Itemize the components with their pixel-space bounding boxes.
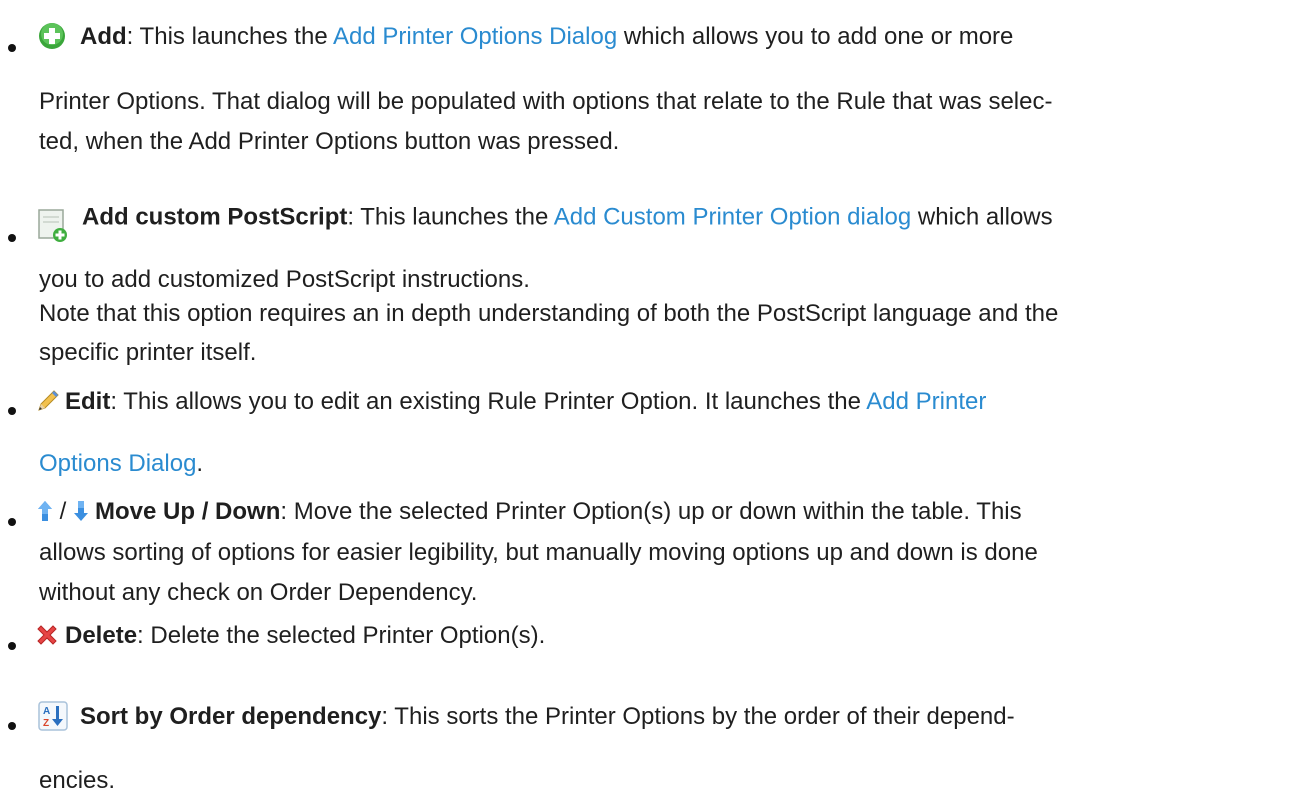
bullet [8,407,16,415]
bullet [8,722,16,730]
item-line-2: you to add customized PostScript instruc… [39,266,530,293]
item-line-1: Add: This launches the Add Printer Optio… [38,22,1013,52]
item-title: Move Up / Down [95,498,281,525]
item-line-2: encies. [39,767,116,794]
svg-text:A: A [43,706,50,717]
item-line-2: allows sorting of options for easier leg… [39,539,1038,566]
item-line-3: Note that this option requires an in dep… [39,300,1059,327]
pencil-edit-icon [35,388,61,414]
bullet [8,44,16,52]
bullet [8,518,16,526]
item-line-1: Edit: This allows you to edit an existin… [35,387,986,417]
add-green-circle-icon [38,22,66,50]
item-title: Edit [65,388,111,415]
item-line-1: Add custom PostScript: This launches the… [38,201,1053,242]
svg-text:Z: Z [43,718,49,729]
red-x-delete-icon [35,623,59,647]
add-printer-options-dialog-link[interactable]: Add Printer Options Dialog [333,23,617,50]
item-line-4: specific printer itself. [39,339,257,366]
bullet [8,234,16,242]
item-text: which allows you to add one or more [617,23,1014,50]
item-line-2: Printer Options. That dialog will be pop… [39,88,1053,115]
item-title: Delete [65,622,138,649]
item-line-3: without any check on Order Dependency. [39,579,478,606]
item-text: / [53,498,74,525]
item-text: : Delete the selected Printer Option(s). [137,622,546,649]
sort-az-icon: A Z [38,700,68,731]
add-custom-printer-option-dialog-link[interactable]: Add Custom Printer Option dialog [554,203,912,230]
item-text: : This launches the [126,23,334,50]
arrow-down-icon [73,500,89,522]
arrow-up-icon [37,500,53,522]
item-text: which allows [911,203,1053,231]
item-line-3: ted, when the Add Printer Options button… [39,128,620,155]
bullet [8,642,16,650]
item-line-2: Options Dialog. [39,449,203,479]
item-text: : This allows you to edit an existing Ru… [110,388,867,415]
add-custom-postscript-icon [38,209,68,243]
item-text: . [196,450,204,477]
item-title: Sort by Order dependency [80,703,382,730]
add-printer-options-dialog-link[interactable]: Add Printer [866,388,986,415]
add-printer-options-dialog-link[interactable]: Options Dialog [39,450,196,477]
item-text: : Move the selected Printer Option(s) up… [280,498,1022,525]
item-title: Add [80,23,127,50]
item-title: Add custom PostScript [82,203,348,231]
item-line-1: A Z Sort by Order dependency: This sorts… [38,700,1015,733]
item-text: : This sorts the Printer Options by the … [381,703,1015,730]
item-line-1: / Move Up / Down: Move the selected Prin… [37,497,1022,527]
item-text: : This launches the [347,203,554,231]
item-line-1: Delete: Delete the selected Printer Opti… [35,621,545,651]
